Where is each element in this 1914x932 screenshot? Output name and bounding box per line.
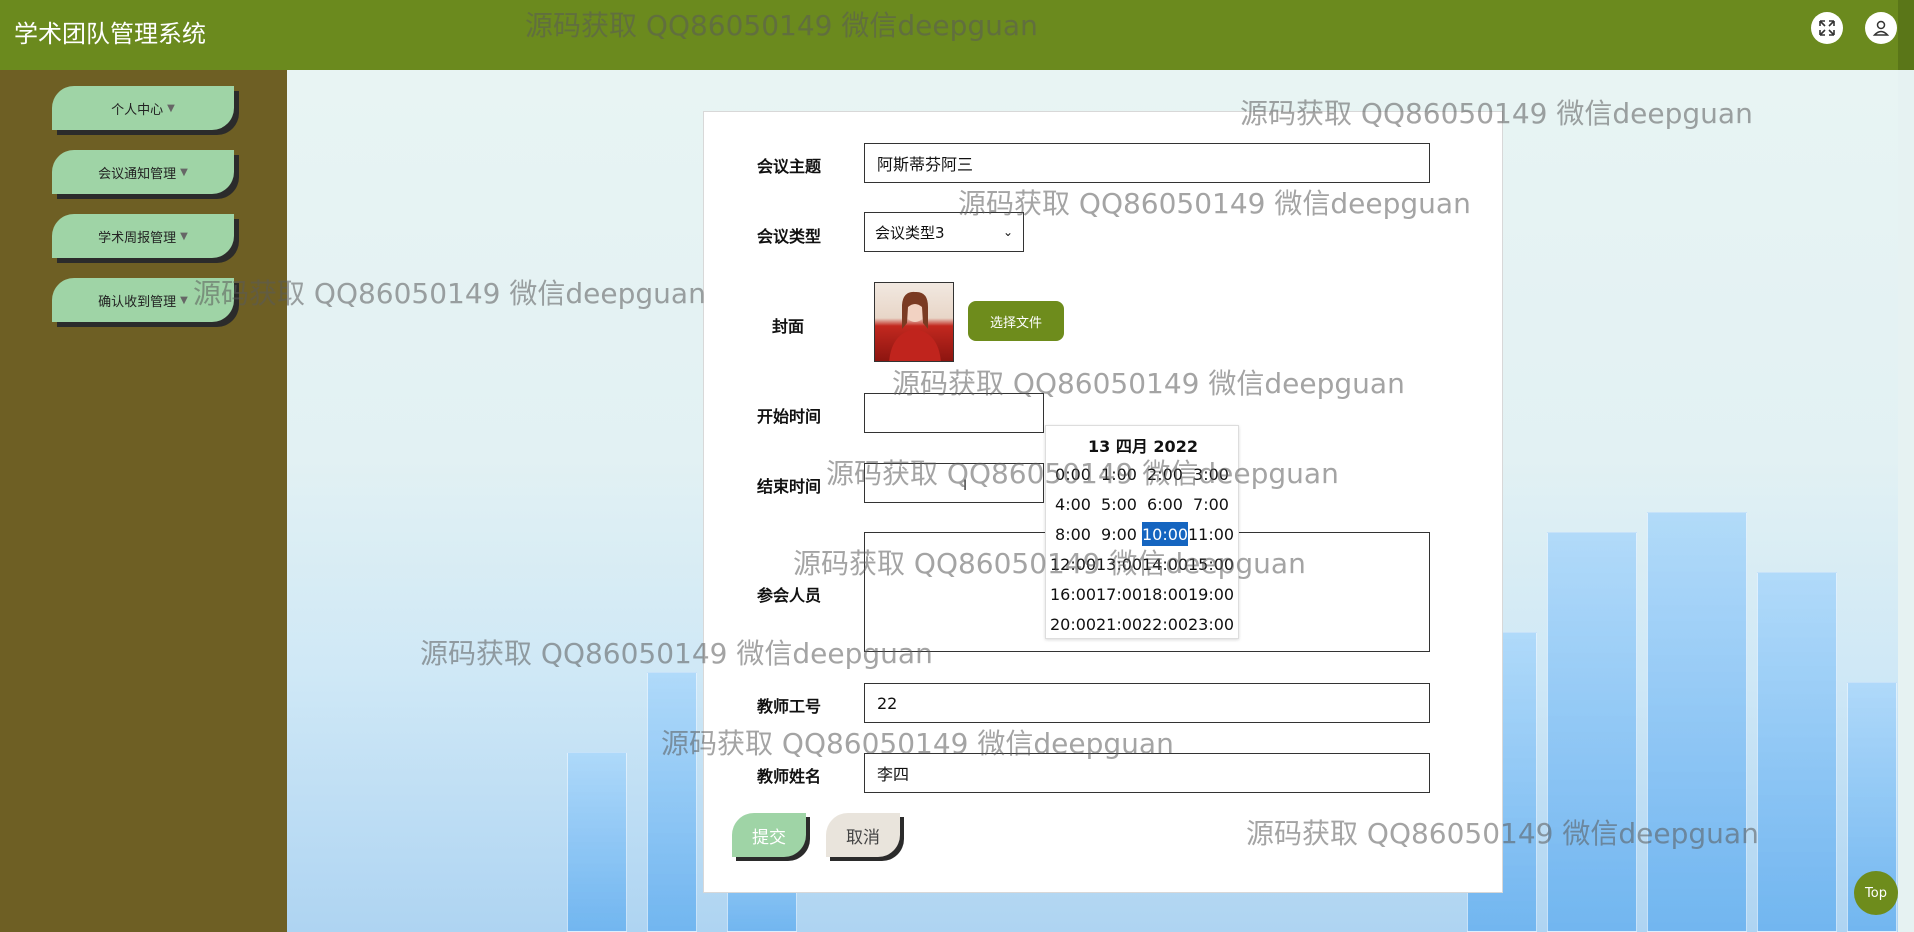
time-option[interactable]: 2:00 [1142,462,1188,486]
time-option[interactable]: 1:00 [1096,462,1142,486]
time-option[interactable]: 16:00 [1050,582,1096,606]
time-option[interactable]: 23:00 [1188,612,1234,636]
type-select[interactable]: 会议类型3 ⌄ [864,212,1024,252]
user-icon[interactable] [1865,12,1897,44]
building-illustration [1647,512,1747,932]
time-option[interactable]: 10:00 [1142,522,1188,546]
picker-date: 13 四月 2022 [1088,437,1198,456]
sidebar: 个人中心 ▼ 会议通知管理 ▼ 学术周报管理 ▼ 确认收到管理 ▼ [0,70,287,932]
building-illustration [1757,572,1837,932]
cover-image [874,282,954,362]
time-option[interactable]: 19:00 [1188,582,1234,606]
building-illustration [647,672,697,932]
time-option[interactable]: 12:00 [1050,552,1096,576]
time-option[interactable]: 5:00 [1096,492,1142,516]
teacher-id-label: 教师工号 [757,697,822,716]
type-select-value: 会议类型3 [875,223,945,242]
datetime-picker: 13 四月 2022 0:00 1:00 2:00 3:00 4:00 5:00 6:00 7… [1045,425,1239,639]
app-title: 学术团队管理系统 [14,20,206,48]
end-time-label: 结束时间 [757,477,822,496]
building-illustration [567,752,627,932]
teacher-id-input[interactable]: 22 [864,683,1430,723]
time-option[interactable]: 8:00 [1050,522,1096,546]
teacher-name-label: 教师姓名 [757,767,822,786]
teacher-name-input[interactable]: 李四 [864,753,1430,793]
time-option[interactable]: 11:00 [1188,522,1234,546]
time-option[interactable]: 7:00 [1188,492,1234,516]
fullscreen-icon[interactable] [1811,12,1843,44]
sidebar-item-weekly-report[interactable]: 学术周报管理 ▼ [52,214,234,258]
time-option[interactable]: 22:00 [1142,612,1188,636]
caret-down-icon: ▼ [180,294,188,306]
sidebar-item-meeting-notice[interactable]: 会议通知管理 ▼ [52,150,234,194]
topic-label: 会议主题 [757,157,822,176]
sidebar-item-label: 个人中心 [111,102,164,118]
time-option[interactable]: 3:00 [1188,462,1234,486]
chevron-down-icon: ⌄ [1002,225,1013,239]
time-option[interactable]: 17:00 [1096,582,1142,606]
time-option[interactable]: 13:00 [1096,552,1142,576]
topic-input[interactable]: 阿斯蒂芬阿三 [864,143,1430,183]
cancel-button[interactable]: 取消 [826,813,900,857]
time-option[interactable]: 21:00 [1096,612,1142,636]
building-illustration [1547,532,1637,932]
start-time-input[interactable] [864,393,1044,433]
time-option[interactable]: 18:00 [1142,582,1188,606]
type-label: 会议类型 [757,227,822,246]
time-option[interactable]: 14:00 [1142,552,1188,576]
caret-down-icon: ▼ [180,230,188,242]
sidebar-item-label: 学术周报管理 [98,230,177,246]
time-option[interactable]: 6:00 [1142,492,1188,516]
sidebar-item-personal-center[interactable]: 个人中心 ▼ [52,86,234,130]
time-option[interactable]: 20:00 [1050,612,1096,636]
sidebar-item-label: 确认收到管理 [98,294,177,310]
attendees-label: 参会人员 [757,586,822,605]
back-to-top-button[interactable]: Top [1854,871,1898,915]
caret-down-icon: ▼ [180,166,188,178]
text-cursor-icon: I [963,478,968,494]
time-option[interactable]: 9:00 [1096,522,1142,546]
choose-file-button[interactable]: 选择文件 [968,301,1064,341]
top-bar: 学术团队管理系统 [0,0,1914,70]
scrollbar[interactable] [1898,0,1914,70]
time-option[interactable]: 4:00 [1050,492,1096,516]
end-time-input[interactable] [864,463,1044,503]
submit-button[interactable]: 提交 [732,813,806,857]
caret-down-icon: ▼ [167,102,175,114]
sidebar-item-confirm-receipt[interactable]: 确认收到管理 ▼ [52,278,234,322]
start-time-label: 开始时间 [757,407,822,426]
sidebar-item-label: 会议通知管理 [98,166,177,182]
cover-label: 封面 [772,317,805,336]
time-option[interactable]: 15:00 [1188,552,1234,576]
time-option[interactable]: 0:00 [1050,462,1096,486]
